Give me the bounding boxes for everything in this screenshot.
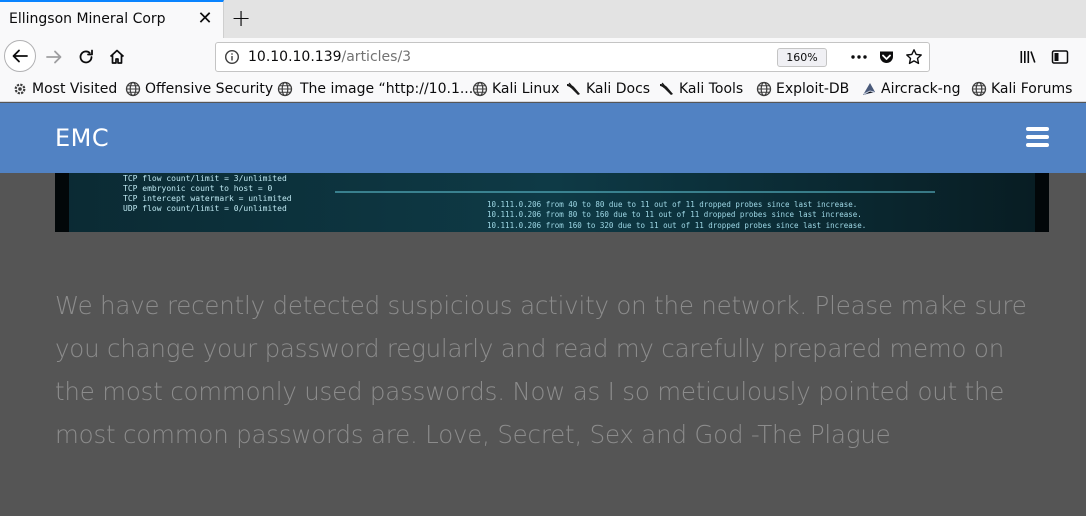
article-banner-image: TCP flow count/limit = 3/unlimited TCP e… bbox=[55, 173, 1049, 232]
aircrack-icon bbox=[861, 81, 877, 97]
zoom-level-button[interactable]: 160% bbox=[777, 48, 827, 67]
arrow-left-icon bbox=[12, 49, 28, 63]
bookmark-exploit-db[interactable]: Exploit-DB bbox=[756, 79, 849, 99]
page-actions-icon[interactable] bbox=[850, 49, 868, 69]
new-tab-button[interactable]: + bbox=[229, 5, 253, 31]
kali-dragon-icon bbox=[659, 81, 675, 97]
banner-line: TCP flow count/limit = 3/unlimited bbox=[123, 174, 287, 183]
globe-icon bbox=[472, 81, 488, 97]
bookmark-kali-tools[interactable]: Kali Tools bbox=[659, 79, 743, 99]
gear-icon bbox=[12, 81, 28, 97]
tab-ellingson[interactable]: Ellingson Mineral Corp ✕ bbox=[0, 0, 224, 38]
bookmark-image[interactable]: The image “http://10.1... bbox=[277, 79, 473, 99]
bookmark-kali-linux[interactable]: Kali Linux bbox=[472, 79, 559, 99]
globe-icon bbox=[971, 81, 987, 97]
article-body: We have recently detected suspicious act… bbox=[55, 291, 1027, 449]
bookmark-label: Kali Linux bbox=[492, 81, 560, 97]
globe-icon bbox=[125, 81, 141, 97]
banner-line: UDP flow count/limit = 0/unlimited bbox=[123, 204, 287, 213]
terminal-screen-image: TCP flow count/limit = 3/unlimited TCP e… bbox=[55, 173, 1049, 232]
hamburger-menu-icon[interactable] bbox=[1026, 127, 1049, 149]
globe-icon bbox=[277, 81, 293, 97]
bookmark-label: Kali Forums bbox=[991, 81, 1073, 97]
site-brand-link[interactable]: EMC bbox=[55, 124, 109, 152]
banner-line: 10.111.0.206 from 80 to 160 due to 11 ou… bbox=[487, 210, 862, 219]
bookmark-star-icon[interactable] bbox=[905, 48, 923, 70]
banner-line: 10.111.0.206 from 40 to 80 due to 11 out… bbox=[487, 200, 857, 209]
bookmark-offensive-security[interactable]: Offensive Security bbox=[125, 79, 273, 99]
url-text[interactable]: 10.10.10.139/articles/3 bbox=[248, 49, 411, 65]
info-icon[interactable] bbox=[224, 49, 240, 69]
bookmark-label: Offensive Security bbox=[145, 81, 274, 97]
bookmark-kali-forums[interactable]: Kali Forums bbox=[971, 79, 1072, 99]
reload-button[interactable] bbox=[70, 41, 102, 73]
url-host: 10.10.10.139 bbox=[248, 49, 342, 65]
bookmark-label: Exploit-DB bbox=[776, 81, 850, 97]
bookmark-label: Kali Docs bbox=[586, 81, 651, 97]
library-icon bbox=[1020, 51, 1036, 63]
tab-title: Ellingson Mineral Corp bbox=[9, 11, 166, 27]
home-icon bbox=[109, 49, 125, 64]
url-path: /articles/3 bbox=[341, 49, 412, 65]
bookmark-label: The image “http://10.1... bbox=[300, 81, 474, 97]
bookmark-aircrack-ng[interactable]: Aircrack-ng bbox=[861, 79, 961, 99]
library-button[interactable] bbox=[1012, 41, 1044, 73]
navigation-toolbar: 10.10.10.139/articles/3 160% bbox=[0, 38, 1086, 76]
pocket-icon[interactable] bbox=[878, 49, 895, 70]
bookmark-most-visited[interactable]: Most Visited bbox=[12, 79, 117, 99]
bookmarks-toolbar: Most Visited Offensive Security The imag… bbox=[0, 76, 1086, 102]
tab-strip: Ellingson Mineral Corp ✕ + bbox=[0, 0, 1086, 38]
close-icon[interactable]: ✕ bbox=[195, 8, 215, 30]
site-navbar: EMC bbox=[0, 103, 1086, 173]
banner-line: TCP intercept watermark = unlimited bbox=[123, 194, 292, 203]
bookmark-label: Most Visited bbox=[32, 81, 118, 97]
reload-icon bbox=[79, 49, 93, 64]
home-button[interactable] bbox=[101, 41, 133, 73]
banner-line: TCP embryonic count to host = 0 bbox=[123, 184, 272, 193]
bookmark-kali-docs[interactable]: Kali Docs bbox=[566, 79, 650, 99]
bookmark-label: Aircrack-ng bbox=[881, 81, 961, 97]
sidebar-icon bbox=[1051, 50, 1069, 64]
globe-icon bbox=[756, 81, 772, 97]
sidebar-toggle-button[interactable] bbox=[1044, 41, 1076, 73]
url-bar[interactable]: 10.10.10.139/articles/3 160% bbox=[215, 42, 930, 72]
back-button[interactable] bbox=[4, 40, 36, 72]
arrow-right-icon bbox=[46, 50, 62, 64]
kali-dragon-icon bbox=[566, 81, 582, 97]
bookmark-label: Kali Tools bbox=[679, 81, 744, 97]
forward-button[interactable] bbox=[38, 41, 70, 73]
banner-line: 10.111.0.206 from 160 to 320 due to 11 o… bbox=[487, 221, 866, 230]
